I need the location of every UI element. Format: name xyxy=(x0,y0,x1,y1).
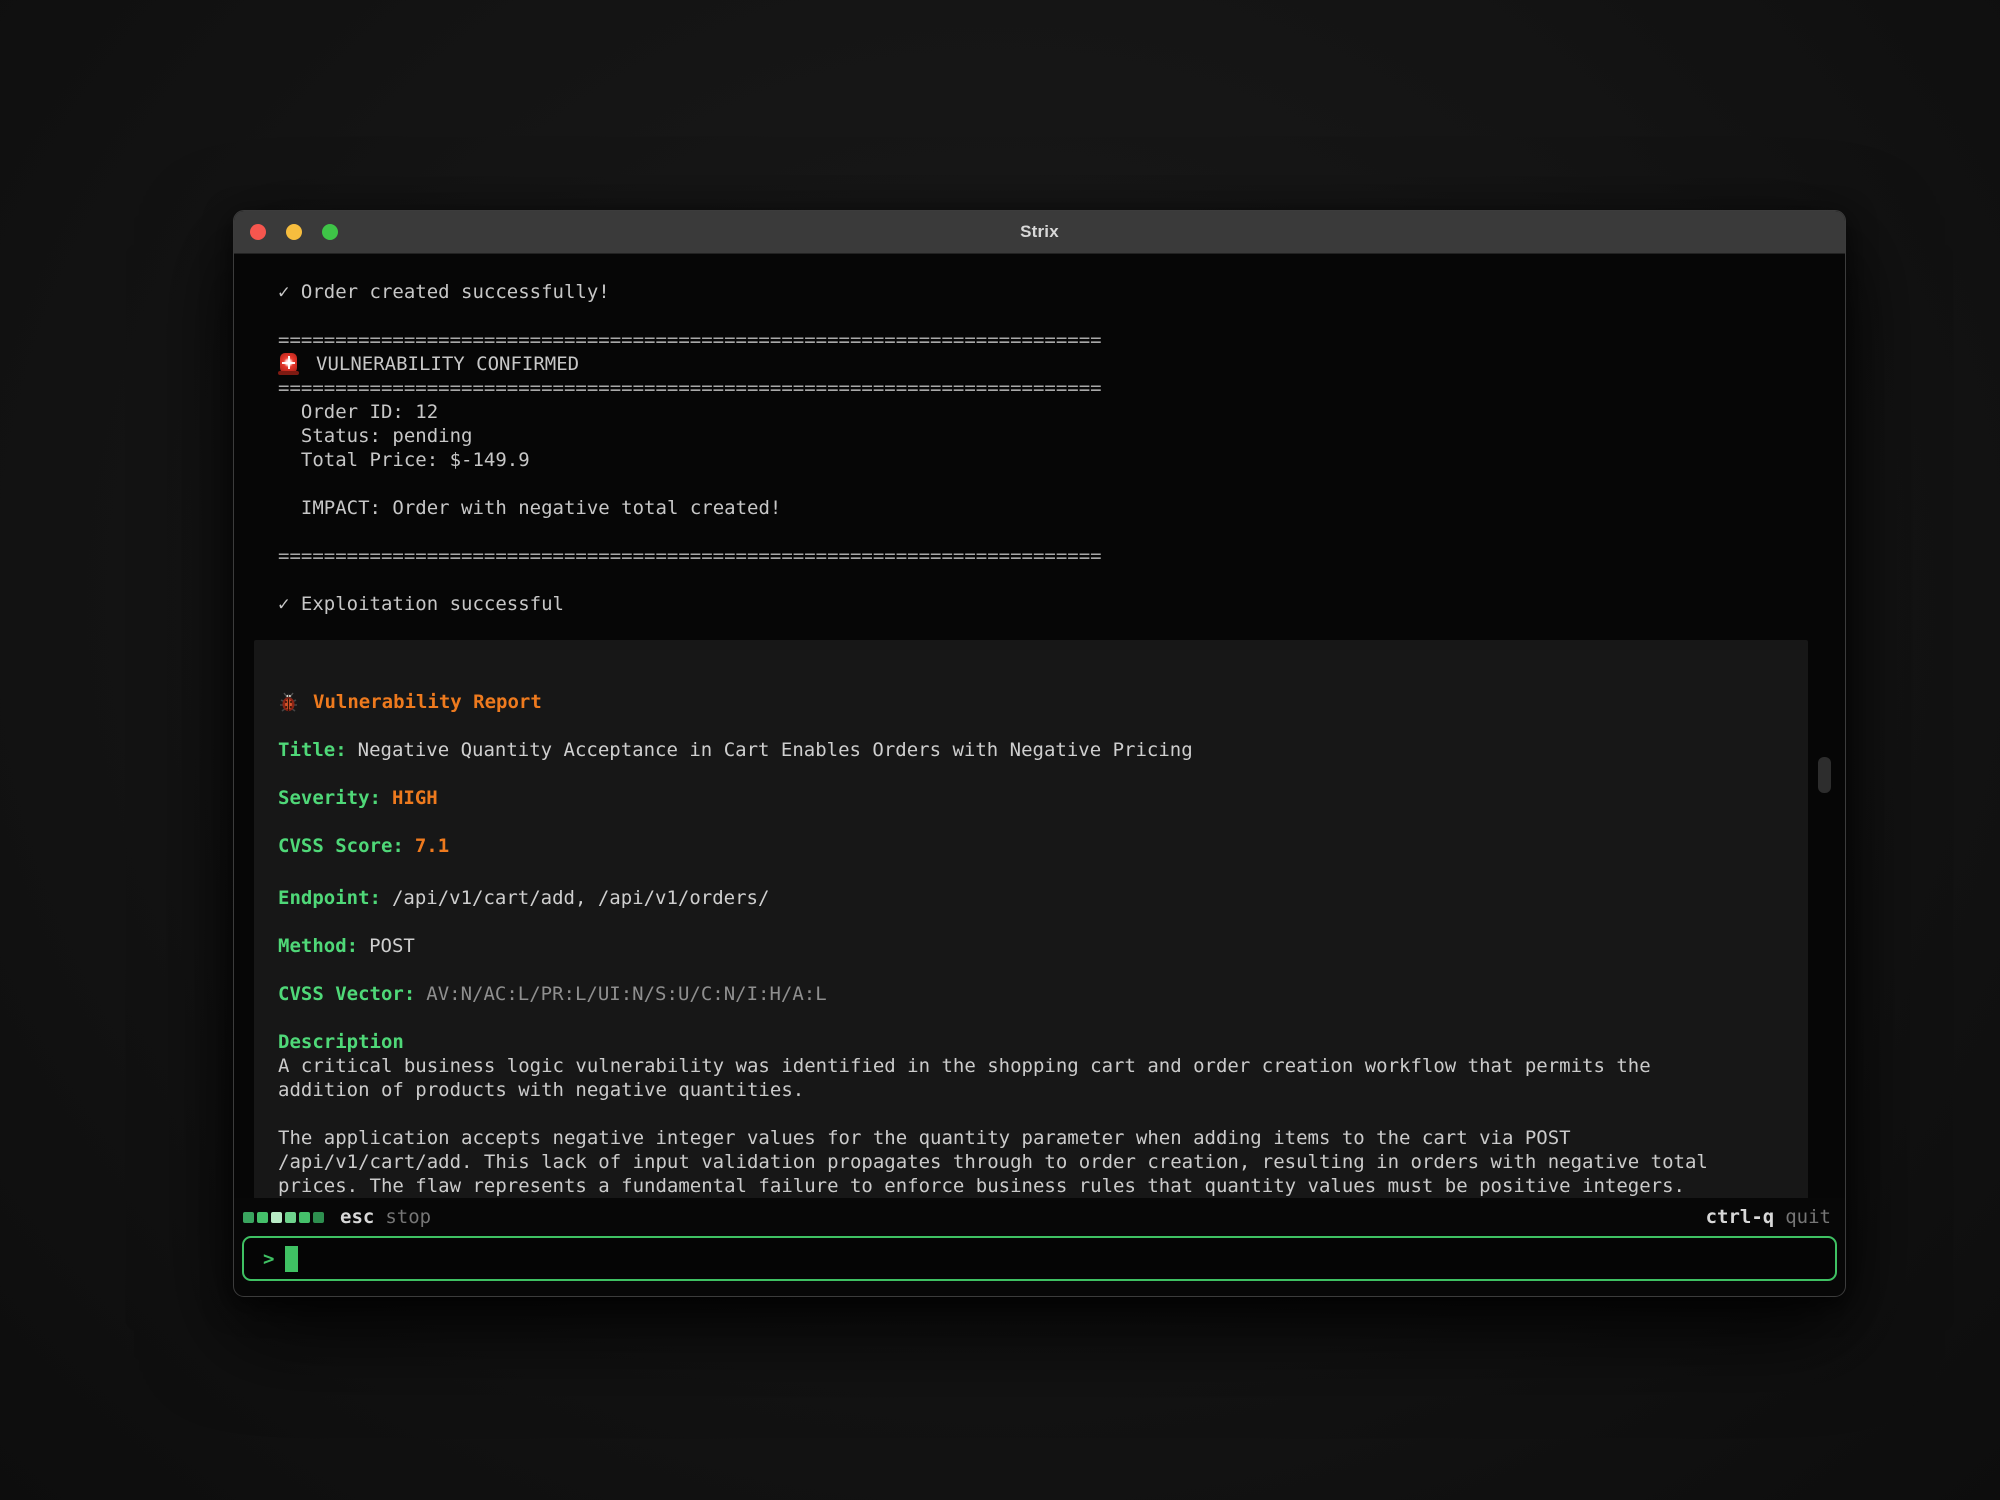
activity-indicator xyxy=(243,1212,324,1223)
vulnerability-banner: VULNERABILITY CONFIRMED xyxy=(278,352,1845,376)
activity-square xyxy=(243,1212,254,1223)
title-value: Negative Quantity Acceptance in Cart Ena… xyxy=(358,739,1193,761)
activity-square xyxy=(257,1212,268,1223)
terminal-content: ✓ Order created successfully! ==========… xyxy=(234,254,1845,1198)
ctrl-q-key-label: ctrl-q xyxy=(1706,1206,1775,1228)
cvss-vector-value: AV:N/AC:L/PR:L/UI:N/S:U/C:N/I:H/A:L xyxy=(426,983,826,1005)
description-line: /api/v1/cart/add. This lack of input val… xyxy=(278,1150,1784,1174)
separator-line: ========================================… xyxy=(278,328,1845,352)
report-title: Vulnerability Report xyxy=(313,690,542,714)
traffic-lights xyxy=(250,211,338,253)
keybinding-ctrlq-quit[interactable]: ctrl-q quit xyxy=(1706,1206,1831,1228)
report-field-method: Method: POST xyxy=(278,934,1784,958)
description-label: Description xyxy=(278,1030,1784,1054)
severity-badge: HIGH xyxy=(392,787,438,809)
separator-line: ========================================… xyxy=(278,376,1845,400)
scrollbar-thumb[interactable] xyxy=(1818,757,1831,793)
command-input[interactable]: > xyxy=(242,1236,1837,1281)
method-value: POST xyxy=(369,935,415,957)
activity-square xyxy=(299,1212,310,1223)
endpoint-value: /api/v1/cart/add, /api/v1/orders/ xyxy=(392,887,770,909)
minimize-button[interactable] xyxy=(286,224,302,240)
bug-icon xyxy=(278,691,299,713)
activity-square xyxy=(271,1212,282,1223)
prompt-symbol: > xyxy=(263,1248,274,1270)
activity-square xyxy=(285,1212,296,1223)
close-button[interactable] xyxy=(250,224,266,240)
log-order-success: ✓ Order created successfully! xyxy=(278,280,1845,304)
description-line: A critical business logic vulnerability … xyxy=(278,1054,1784,1078)
description-line: addition of products with negative quant… xyxy=(278,1078,1784,1102)
quit-action-label: quit xyxy=(1785,1206,1831,1228)
footer-bar: esc stop ctrl-q quit xyxy=(234,1198,1845,1236)
window-titlebar[interactable]: Strix xyxy=(234,211,1845,254)
log-impact: IMPACT: Order with negative total create… xyxy=(278,496,1845,520)
esc-action-label: stop xyxy=(385,1206,431,1228)
description-line: The application accepts negative integer… xyxy=(278,1126,1784,1150)
report-field-cvss-score: CVSS Score: 7.1 xyxy=(278,834,1784,858)
endpoint-label: Endpoint: xyxy=(278,887,381,909)
vulnerability-banner-title: VULNERABILITY CONFIRMED xyxy=(316,352,579,376)
cvss-score-value: 7.1 xyxy=(415,835,449,857)
report-field-cvss-vector: CVSS Vector: AV:N/AC:L/PR:L/UI:N/S:U/C:N/… xyxy=(278,982,1784,1006)
log-order-id: Order ID: 12 xyxy=(278,400,1845,424)
report-field-endpoint: Endpoint: /api/v1/cart/add, /api/v1/order… xyxy=(278,886,1784,910)
window-title: Strix xyxy=(1020,222,1059,242)
terminal-window: Strix ✓ Order created successfully! ====… xyxy=(233,210,1846,1297)
report-field-severity: Severity: HIGH xyxy=(278,786,1784,810)
title-label: Title: xyxy=(278,739,347,761)
text-cursor xyxy=(285,1246,298,1272)
zoom-button[interactable] xyxy=(322,224,338,240)
siren-icon xyxy=(278,353,299,375)
report-header: Vulnerability Report xyxy=(278,690,1784,714)
vulnerability-report-panel[interactable]: Vulnerability Report Title: Negative Quan… xyxy=(254,640,1808,1198)
separator-line: ========================================… xyxy=(278,544,1845,568)
activity-square xyxy=(313,1212,324,1223)
log-total-price: Total Price: $-149.9 xyxy=(278,448,1845,472)
method-label: Method: xyxy=(278,935,358,957)
log-exploitation-success: ✓ Exploitation successful xyxy=(278,592,1845,616)
cvss-vector-label: CVSS Vector: xyxy=(278,983,415,1005)
report-field-title: Title: Negative Quantity Acceptance in Ca… xyxy=(278,738,1784,762)
esc-key-label: esc xyxy=(340,1206,374,1228)
log-order-status: Status: pending xyxy=(278,424,1845,448)
cvss-score-label: CVSS Score: xyxy=(278,835,404,857)
keybinding-esc-stop[interactable]: esc stop xyxy=(340,1206,431,1228)
description-line: prices. The flaw represents a fundamenta… xyxy=(278,1174,1784,1198)
severity-label: Severity: xyxy=(278,787,381,809)
